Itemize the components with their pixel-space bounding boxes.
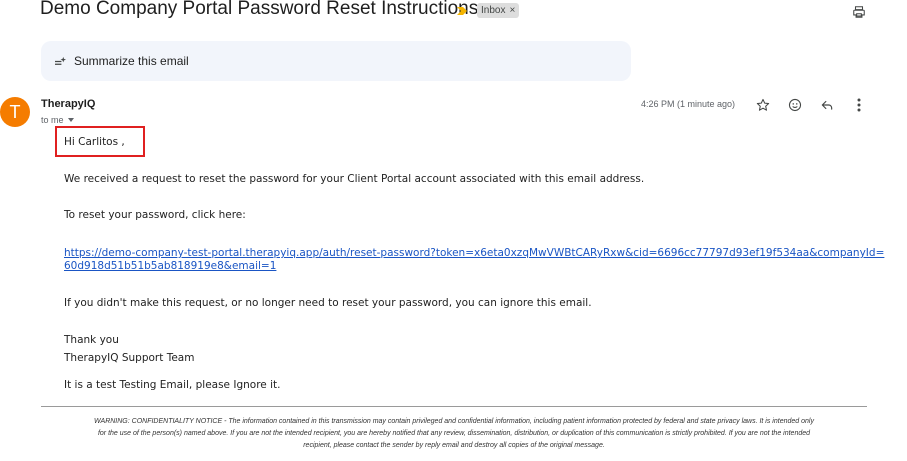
body-paragraph-request: We received a request to reset the passw… — [64, 173, 645, 185]
reply-icon — [821, 100, 833, 110]
more-vertical-icon — [857, 98, 861, 112]
sparkle-icon — [55, 56, 66, 65]
signature-divider — [41, 406, 867, 407]
recipient-details-toggle[interactable]: to me — [41, 115, 75, 125]
body-paragraph-instruction: To reset your password, click here: — [64, 209, 246, 221]
notice-line-3: recipient, please contact the sender by … — [303, 442, 605, 449]
notice-line-1: WARNING: CONFIDENTIALITY NOTICE - The in… — [94, 418, 814, 425]
body-paragraph-ignore: If you didn't make this request, or no l… — [64, 297, 592, 309]
remove-label-button[interactable]: × — [509, 3, 515, 18]
reply-button[interactable] — [817, 95, 837, 115]
closing-text: Thank you — [64, 334, 119, 346]
importance-marker-icon[interactable] — [456, 4, 468, 16]
email-subject: Demo Company Portal Password Reset Instr… — [40, 0, 479, 19]
notice-line-2: for the use of the person(s) named above… — [97, 430, 811, 437]
recipient-label: to me — [41, 115, 64, 125]
sender-name[interactable]: TherapyIQ — [41, 98, 95, 110]
summarize-email-button[interactable]: Summarize this email — [41, 41, 631, 81]
more-options-button[interactable] — [849, 95, 869, 115]
print-icon — [853, 6, 865, 18]
reset-link-line-1[interactable]: https://demo-company-test-portal.therapy… — [64, 247, 884, 260]
signature-text: TherapyIQ Support Team — [64, 352, 195, 364]
chevron-down-icon — [67, 118, 74, 122]
star-icon — [756, 98, 770, 111]
summarize-label: Summarize this email — [74, 54, 189, 68]
timestamp: 4:26 PM (1 minute ago) — [641, 99, 736, 109]
reset-link-line-2[interactable]: 60d918d51b51b5ab818919e8&email=1 — [64, 260, 884, 273]
label-text: Inbox — [481, 5, 506, 16]
print-button[interactable] — [849, 2, 869, 22]
confidentiality-notice: WARNING: CONFIDENTIALITY NOTICE - The in… — [41, 416, 867, 452]
inbox-label-chip: Inbox × — [477, 3, 520, 18]
reset-password-link[interactable]: https://demo-company-test-portal.therapy… — [64, 247, 884, 273]
add-reaction-button[interactable] — [785, 95, 805, 115]
avatar[interactable]: T — [0, 97, 30, 127]
star-button[interactable] — [753, 95, 773, 115]
test-note-text: It is a test Testing Email, please Ignor… — [64, 379, 281, 391]
emoji-icon — [788, 98, 802, 112]
greeting: Hi Carlitos , — [64, 136, 125, 148]
